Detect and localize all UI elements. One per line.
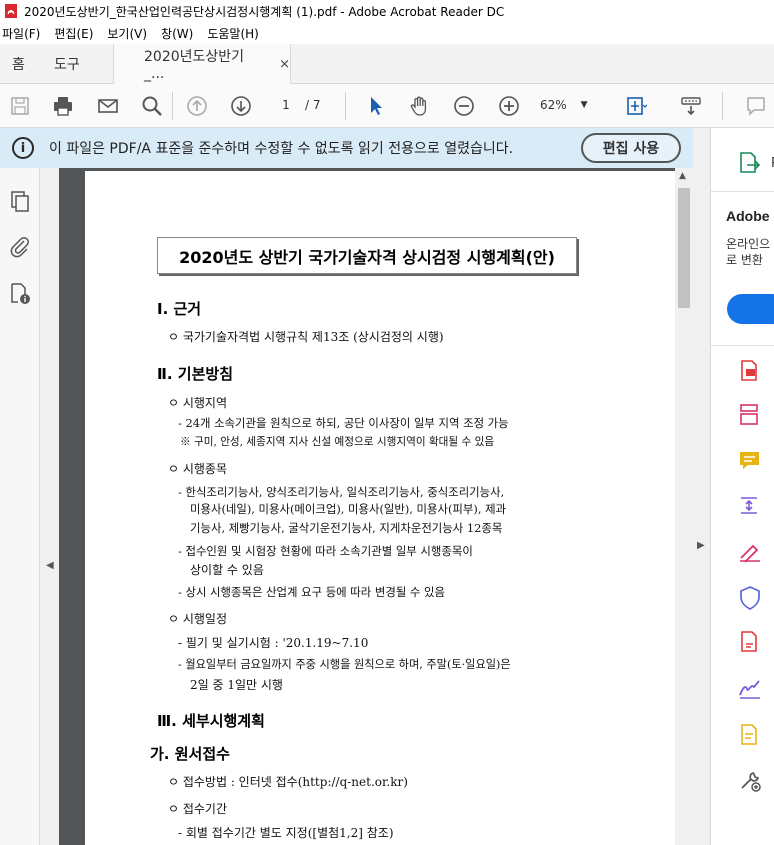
comment-tool-icon[interactable] (737, 448, 763, 474)
document-title: 2020년도 상반기 국가기술자격 상시검정 시행계획(안) (157, 237, 577, 274)
protect-icon[interactable] (737, 585, 763, 611)
document-line: ㅇ 시행종목 (168, 462, 228, 476)
previous-page-icon[interactable] (185, 94, 209, 118)
enable-editing-button[interactable]: 편집 사용 (581, 133, 681, 163)
document-line: 상이할 수 있음 (190, 563, 264, 577)
edit-pdf-icon[interactable] (737, 629, 763, 655)
document-line: ㅇ 국가기술자격법 시행규칙 제13조 (상시검정의 시행) (168, 330, 444, 344)
combine-files-icon[interactable] (737, 493, 763, 519)
menu-file[interactable]: 파일(F) (2, 25, 40, 42)
right-tools-pane: P Adobe 온라인으 로 변환 (710, 128, 774, 845)
tab-tools[interactable]: 도구 (54, 44, 80, 84)
document-line: ※ 구미, 안성, 세종지역 지사 신설 예정으로 시행지역이 확대될 수 있음 (180, 436, 495, 448)
document-line: 미용사(네일), 미용사(메이크업), 미용사(일반), 미용사(피부), 제과 (190, 502, 507, 516)
document-line: 기능사, 제빵기능사, 굴삭기운전기능사, 지게차운전기능사 12종목 (190, 521, 503, 535)
zoom-select[interactable]: 62% ▼ (540, 95, 602, 115)
adobe-promo-line: 온라인으 (726, 237, 771, 251)
tab-close-icon[interactable]: × (279, 57, 290, 72)
left-navigation-pane (0, 168, 40, 845)
menu-edit[interactable]: 편집(E) (54, 25, 93, 42)
scroll-thumb[interactable] (678, 188, 690, 308)
attachment-icon[interactable] (8, 234, 32, 258)
document-line: ㅇ 접수방법 : 인터넷 접수(http://q-net.or.kr) (168, 775, 408, 789)
document-line: - 회별 접수기간 별도 지정([별첨1,2] 참조) (178, 826, 394, 840)
page-thumbnails-icon[interactable] (8, 190, 32, 214)
vertical-scrollbar[interactable]: ▲ (675, 168, 693, 845)
acrobat-icon (5, 4, 17, 18)
tab-document[interactable]: 2020년도상반기_... × (113, 44, 291, 84)
info-icon: i (12, 137, 34, 159)
email-icon[interactable] (96, 94, 120, 118)
menu-bar: 파일(F) 편집(E) 보기(V) 창(W) 도움말(H) (0, 22, 774, 44)
section-heading: Ⅱ. 기본방침 (157, 365, 234, 383)
adobe-promo-button[interactable] (727, 294, 774, 324)
comment-icon[interactable] (744, 94, 768, 118)
fill-sign-icon[interactable] (737, 538, 763, 564)
menu-view[interactable]: 보기(V) (107, 25, 147, 42)
document-line: - 상시 시행종목은 산업계 요구 등에 따라 변경될 수 있음 (178, 585, 445, 599)
more-tools-icon[interactable] (737, 768, 763, 794)
scroll-up-icon[interactable]: ▲ (679, 171, 686, 181)
tab-home[interactable]: 홈 (12, 44, 25, 84)
zoom-out-icon[interactable] (452, 94, 476, 118)
save-icon[interactable] (8, 94, 32, 118)
chevron-down-icon: ▼ (580, 100, 588, 110)
menu-window[interactable]: 창(W) (161, 25, 193, 42)
section-heading: Ⅲ. 세부시행계획 (157, 712, 265, 730)
window-title: 2020년도상반기_한국산업인력공단상시검정시행계획 (1).pdf - Ado… (24, 4, 505, 19)
export-pdf-icon[interactable] (737, 150, 763, 176)
collapse-right-pane-icon[interactable]: ▶ (697, 540, 705, 551)
search-icon[interactable] (140, 94, 164, 118)
zoom-in-icon[interactable] (497, 94, 521, 118)
info-message: 이 파일은 PDF/A 표준을 준수하며 수정할 수 없도록 읽기 전용으로 열… (49, 141, 514, 157)
zoom-value: 62% (540, 98, 567, 112)
organize-pages-icon[interactable] (737, 402, 763, 428)
menu-help[interactable]: 도움말(H) (207, 25, 259, 42)
document-line: ㅇ 시행일정 (168, 612, 228, 626)
expand-left-pane-icon[interactable]: ◀ (46, 560, 54, 571)
fit-page-icon[interactable] (624, 94, 648, 118)
document-line: - 필기 및 실기시험 : '20.1.19~7.10 (178, 636, 369, 650)
section-heading: Ⅰ. 근거 (157, 300, 202, 318)
adobe-promo-title: Adobe (726, 208, 770, 224)
tab-document-label: 2020년도상반기_... (144, 49, 245, 82)
adobe-promo-line: 로 변환 (726, 253, 763, 267)
toolbar-separator (722, 92, 723, 120)
toolbar-separator (345, 92, 346, 120)
document-line: - 24개 소속기관을 원칙으로 하되, 공단 이사장이 일부 지역 조정 가능 (178, 416, 509, 430)
select-cursor-icon[interactable] (364, 94, 388, 118)
pdfa-info-bar: i 이 파일은 PDF/A 표준을 준수하며 수정할 수 없도록 읽기 전용으로… (0, 128, 696, 168)
document-line: ㅇ 접수기간 (168, 802, 228, 816)
toolbar-separator (172, 92, 173, 120)
left-collapse-strip: ◀ (40, 168, 59, 845)
create-pdf-icon[interactable] (737, 358, 763, 384)
tab-bar: 홈 도구 2020년도상반기_... × (0, 44, 774, 84)
hand-tool-icon[interactable] (408, 94, 432, 118)
document-line: ㅇ 시행지역 (168, 396, 228, 410)
document-info-icon[interactable] (8, 282, 32, 306)
document-line: 2일 중 1일만 시행 (190, 678, 283, 692)
divider (711, 191, 774, 192)
page-number-input[interactable]: 1 (272, 95, 300, 115)
print-icon[interactable] (51, 94, 75, 118)
document-line: - 월요일부터 금요일까지 주중 시행을 원칙으로 하며, 주말(토·일요일)은 (178, 658, 511, 671)
next-page-icon[interactable] (229, 94, 253, 118)
send-for-review-icon[interactable] (737, 722, 763, 748)
right-collapse-strip: ▶ (693, 128, 710, 845)
window-titlebar: 2020년도상반기_한국산업인력공단상시검정시행계획 (1).pdf - Ado… (0, 0, 774, 22)
page-total: / 7 (305, 98, 321, 112)
subsection-heading: 가. 원서접수 (150, 745, 230, 763)
read-mode-icon[interactable] (679, 94, 703, 118)
divider (711, 345, 774, 346)
document-line: - 한식조리기능사, 양식조리기능사, 일식조리기능사, 중식조리기능사, (178, 485, 505, 499)
sign-icon[interactable] (737, 675, 763, 701)
document-line: - 접수인원 및 시험장 현황에 따라 소속기관별 일부 시행종목이 (178, 544, 473, 558)
